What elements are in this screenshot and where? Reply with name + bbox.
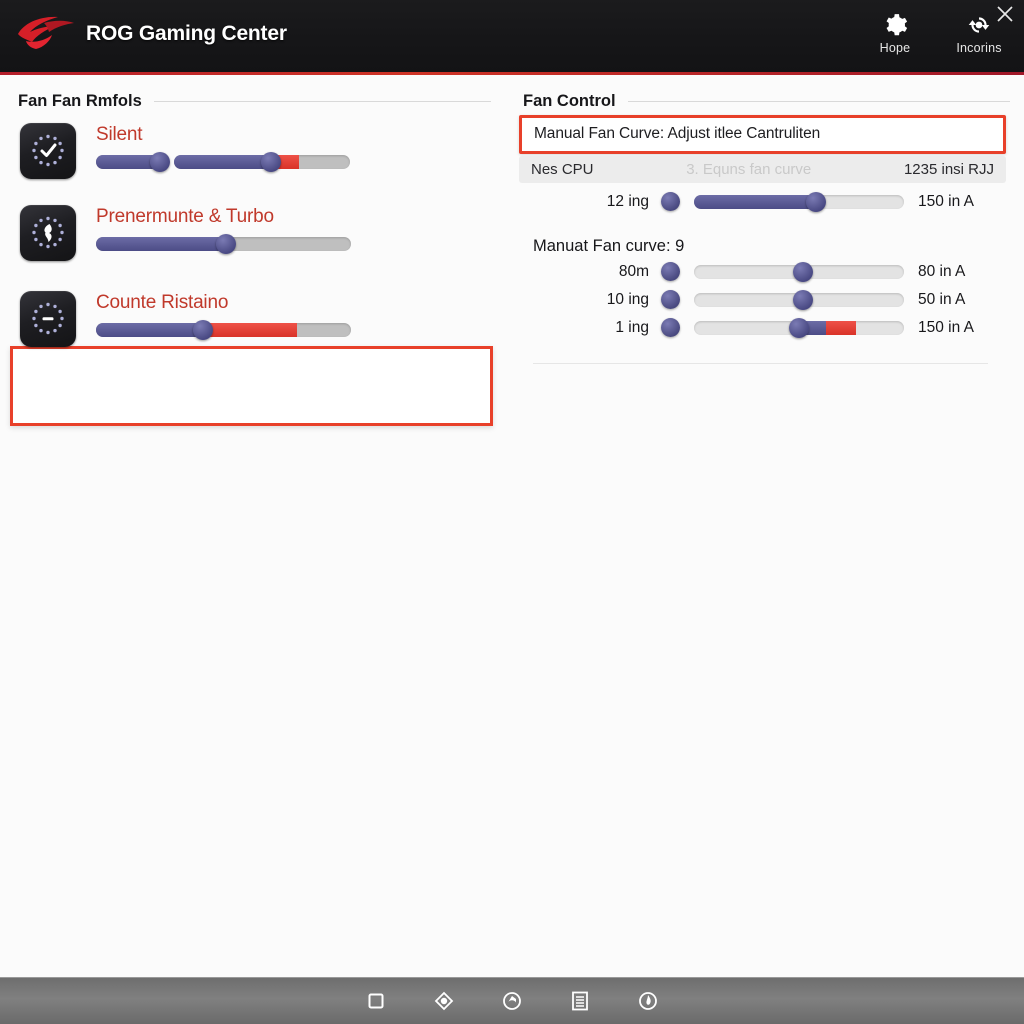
slider-counte-1[interactable]	[96, 320, 351, 340]
curve-row-2-slider[interactable]	[694, 289, 904, 310]
slider-knob[interactable]	[805, 191, 826, 212]
header-action-hope-label: Hope	[879, 41, 911, 55]
fan-mode-row-counte[interactable]: Counte Ristaino	[20, 283, 505, 355]
fan-control-body: Manual Fan Curve: Adjust itlee Cantrulit…	[519, 115, 1006, 364]
fan-dial-glyph	[32, 216, 64, 249]
fan-control-section-header: Fan Control	[523, 92, 1010, 111]
cpu-info-left: Nes CPU	[531, 161, 594, 178]
fan-mode-highlight-box	[10, 346, 493, 426]
gear-sync-icon	[968, 17, 990, 33]
cpu-fan-row-value: 150 in A	[918, 192, 975, 210]
slider-fill	[174, 155, 271, 169]
clock-circle-icon[interactable]	[498, 987, 526, 1015]
fan-mode-label-silent: Silent	[96, 124, 143, 145]
cpu-fan-row-label: 12 ing	[606, 192, 649, 210]
curve-row-1[interactable]: 80m 80 in A	[519, 261, 1006, 282]
fan-mode-sliders-silent	[96, 152, 350, 172]
curve-row-3-slider[interactable]	[694, 317, 904, 338]
curve-row-1-value: 80 in A	[918, 262, 966, 280]
close-icon	[997, 6, 1013, 22]
fan-mode-sliders-turbo	[96, 234, 351, 254]
slider-knob[interactable]	[260, 152, 281, 172]
fan-mode-sliders-counte	[96, 320, 351, 340]
fan-mode-body-turbo: Prenermunte & Turbo	[96, 205, 351, 254]
slider-knob[interactable]	[793, 261, 814, 282]
fan-modes-section-header: Fan Fan Rmfols	[18, 92, 491, 111]
gear-icon	[886, 14, 908, 36]
square-icon[interactable]	[362, 987, 390, 1015]
fan-mode-label-counte: Counte Ristaino	[96, 292, 229, 313]
header-action-hope[interactable]: Hope	[866, 12, 924, 55]
slider-silent-2[interactable]	[174, 152, 350, 172]
panel-bottom-divider	[533, 363, 988, 364]
fan-mode-row-silent[interactable]: Silent	[20, 115, 505, 187]
cpu-fan-row[interactable]: 12 ing 150 in A	[519, 191, 1006, 212]
slider-fill	[694, 194, 816, 209]
minus-dial-glyph	[32, 302, 64, 335]
list-menu-icon[interactable]	[566, 987, 594, 1015]
fan-mode-row-turbo[interactable]: Prenermunte & Turbo	[20, 197, 505, 269]
slider-silent-1[interactable]	[96, 152, 170, 172]
curve-row-1-slider[interactable]	[694, 261, 904, 282]
rog-logo-icon	[18, 16, 74, 49]
slider-knob[interactable]	[793, 289, 814, 310]
title-bar: ROG Gaming Center Hope Incorins	[0, 0, 1024, 75]
slider-red-segment	[203, 323, 298, 337]
check-dial-icon	[20, 123, 76, 179]
slider-fill	[96, 323, 204, 337]
close-button[interactable]	[994, 3, 1016, 25]
slider-turbo-1[interactable]	[96, 234, 351, 254]
cpu-info-bar: Nes CPU 3. Equns fan curve 1235 insi RJJ	[519, 156, 1006, 183]
header-action-incorins-label: Incorins	[956, 41, 1002, 55]
slider-knob[interactable]	[150, 152, 170, 172]
curve-row-2-value: 50 in A	[918, 290, 966, 308]
curve-row-2[interactable]: 10 ing 50 in A	[519, 289, 1006, 310]
slider-red-segment	[826, 320, 856, 335]
cpu-info-center: 3. Equns fan curve	[686, 161, 812, 178]
curve-row-3-value: 150 in A	[918, 318, 975, 336]
fan-dial-icon	[20, 205, 76, 261]
fan-modes-panel: Fan Fan Rmfols Silent Prenermunte & Turb…	[0, 78, 505, 426]
curve-row-3-label: 1 ing	[615, 318, 649, 336]
app-title: ROG Gaming Center	[86, 22, 287, 45]
curve-row-3-dot[interactable]	[661, 318, 680, 337]
check-dial-glyph	[32, 134, 64, 167]
slider-fill	[96, 237, 227, 251]
cpu-info-right: 1235 insi RJJ	[903, 161, 994, 178]
curve-row-1-label: 80m	[618, 262, 649, 280]
fan-mode-body-counte: Counte Ristaino	[96, 291, 351, 340]
eye-diamond-icon[interactable]	[430, 987, 458, 1015]
fan-control-title: Fan Control	[523, 92, 616, 110]
curve-row-3[interactable]: 1 ing 150 in A	[519, 317, 1006, 338]
fan-mode-label-turbo: Prenermunte & Turbo	[96, 206, 274, 227]
curve-row-1-dot[interactable]	[661, 262, 680, 281]
section-divider	[627, 101, 1010, 102]
slider-knob[interactable]	[216, 234, 237, 254]
manual-fan-curve-banner[interactable]: Manual Fan Curve: Adjust itlee Cantrulit…	[519, 115, 1006, 154]
fan-mode-body-silent: Silent	[96, 123, 350, 172]
taskbar	[0, 977, 1024, 1024]
cpu-fan-row-dot[interactable]	[661, 192, 680, 211]
section-divider	[153, 101, 491, 102]
curve-row-2-label: 10 ing	[606, 290, 649, 308]
power-drop-icon[interactable]	[634, 987, 662, 1015]
slider-knob[interactable]	[789, 317, 809, 338]
manual-fan-curve-banner-text: Manual Fan Curve: Adjust itlee Cantrulit…	[534, 125, 821, 142]
cpu-fan-slider[interactable]	[694, 191, 904, 212]
minus-dial-icon	[20, 291, 76, 347]
slider-knob[interactable]	[193, 320, 214, 340]
fan-modes-title: Fan Fan Rmfols	[18, 92, 142, 110]
header-actions: Hope Incorins	[866, 12, 1008, 55]
content-area: Fan Fan Rmfols Silent Prenermunte & Turb…	[0, 78, 1024, 978]
curve-row-2-dot[interactable]	[661, 290, 680, 309]
manual-curve-title: Manuat Fan curve: 9	[533, 237, 685, 255]
app-window: ROG Gaming Center Hope Incorins Fan Fan …	[0, 0, 1024, 1024]
fan-control-panel: Fan Control Manual Fan Curve: Adjust itl…	[505, 78, 1024, 364]
brand: ROG Gaming Center	[14, 14, 287, 54]
